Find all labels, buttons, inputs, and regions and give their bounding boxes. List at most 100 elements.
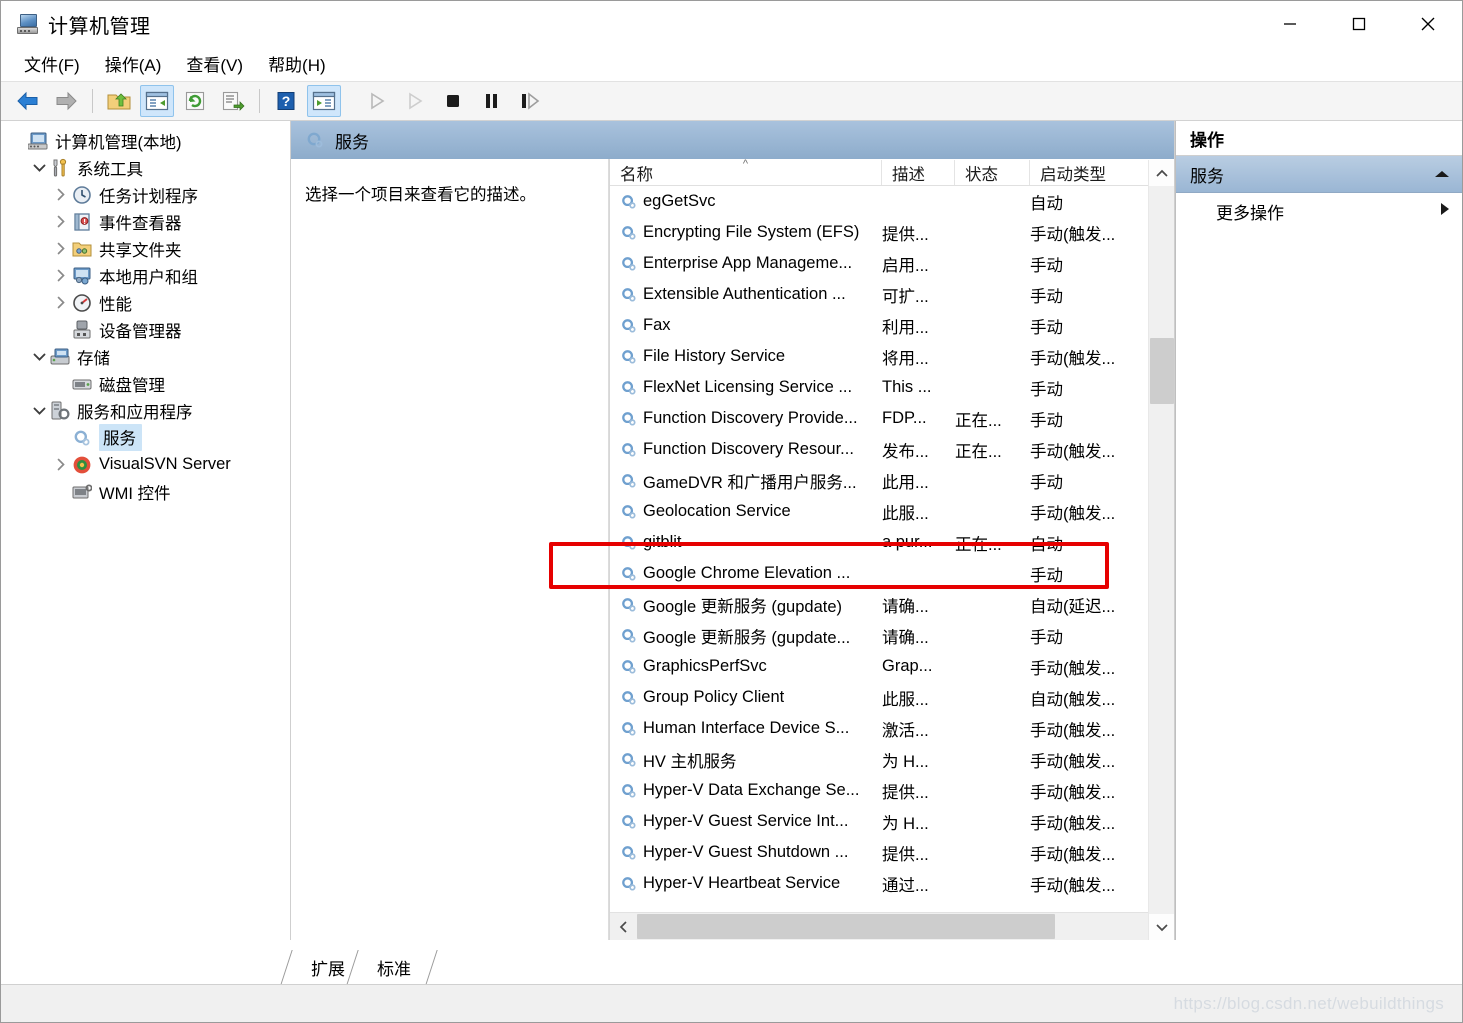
table-row[interactable]: Human Interface Device S... 激活... 手动(触发... — [610, 713, 1174, 744]
chevron-right-icon[interactable] — [51, 296, 71, 309]
vertical-scroll-track[interactable] — [1148, 186, 1174, 914]
scroll-down-icon[interactable] — [1149, 914, 1175, 940]
cell-service-description: 激活... — [882, 721, 929, 740]
services-header-title: 服务 — [335, 132, 369, 152]
tree-node-1[interactable]: 系统工具 — [1, 154, 290, 181]
help-button[interactable]: ? — [269, 85, 303, 117]
table-row[interactable]: GameDVR 和广播用户服务... 此用... 手动 — [610, 465, 1174, 496]
chevron-right-icon[interactable] — [51, 458, 71, 471]
menu-action[interactable]: 操作(A) — [94, 48, 173, 79]
table-row[interactable]: egGetSvc 自动 — [610, 186, 1174, 217]
table-row[interactable]: Function Discovery Provide... FDP... 正在...… — [610, 403, 1174, 434]
export-list-button[interactable] — [216, 85, 250, 117]
table-row[interactable]: Hyper-V Guest Service Int... 为 H... 手动(触发.… — [610, 806, 1174, 837]
cell-service-description: Grap... — [882, 657, 933, 675]
cell-service-description: 将用... — [882, 349, 929, 368]
close-button[interactable] — [1393, 1, 1462, 47]
cell-service-description: 此用... — [882, 473, 929, 492]
chevron-up-icon[interactable] — [1434, 164, 1450, 184]
menu-view[interactable]: 查看(V) — [175, 48, 254, 79]
table-row[interactable]: Extensible Authentication ... 可扩... 手动 — [610, 279, 1174, 310]
up-one-level-button[interactable] — [102, 85, 136, 117]
chevron-right-icon[interactable] — [51, 269, 71, 282]
chevron-right-icon[interactable] — [51, 215, 71, 228]
table-row[interactable]: Group Policy Client 此服... 自动(触发... — [610, 682, 1174, 713]
vertical-scroll-thumb[interactable] — [1149, 338, 1174, 404]
tree-node-label: 设备管理器 — [99, 322, 182, 341]
tree-node-8[interactable]: 存储 — [1, 343, 290, 370]
show-hide-tree-button[interactable] — [140, 85, 174, 117]
column-header-status[interactable]: 状态 — [955, 160, 1030, 185]
minimize-button[interactable] — [1255, 1, 1324, 47]
horizontal-scroll-track[interactable] — [637, 913, 1147, 940]
service-gear-icon — [71, 428, 93, 448]
scroll-up-icon[interactable] — [1149, 160, 1175, 186]
table-row[interactable]: gitblit a pur... 正在... 自动 — [610, 527, 1174, 558]
table-row[interactable]: Hyper-V Data Exchange Se... 提供... 手动(触发... — [610, 775, 1174, 806]
resume-service-button[interactable] — [512, 85, 546, 117]
back-button[interactable] — [11, 85, 45, 117]
service-name-text: Human Interface Device S... — [643, 719, 850, 737]
toolbar-gap — [350, 89, 351, 113]
forward-button[interactable] — [49, 85, 83, 117]
tree-node-4[interactable]: 共享文件夹 — [1, 235, 290, 262]
tree-node-5[interactable]: 本地用户和组 — [1, 262, 290, 289]
tree-node-11[interactable]: 服务 — [1, 424, 290, 451]
table-row[interactable]: GraphicsPerfSvc Grap... 手动(触发... — [610, 651, 1174, 682]
chevron-right-icon[interactable] — [51, 242, 71, 255]
chevron-down-icon[interactable] — [29, 406, 49, 416]
refresh-button[interactable] — [178, 85, 212, 117]
table-row[interactable]: Geolocation Service 此服... 手动(触发... — [610, 496, 1174, 527]
tree-node-13[interactable]: WMI 控件 — [1, 478, 290, 505]
tree-node-7[interactable]: 设备管理器 — [1, 316, 290, 343]
table-row[interactable]: Hyper-V Heartbeat Service 通过... 手动(触发... — [610, 868, 1174, 899]
table-row[interactable]: Google 更新服务 (gupdate... 请确... 手动 — [610, 620, 1174, 651]
services-horizontal-scrollbar[interactable] — [610, 912, 1174, 940]
service-gear-icon — [620, 565, 638, 583]
service-gear-icon — [620, 255, 638, 273]
tree-node-0[interactable]: 计算机管理(本地) — [1, 127, 290, 154]
tree-node-label: WMI 控件 — [99, 484, 171, 503]
table-row[interactable]: FlexNet Licensing Service ... This ... 手动 — [610, 372, 1174, 403]
restart-service-button[interactable] — [398, 85, 432, 117]
tree-node-10[interactable]: 服务和应用程序 — [1, 397, 290, 424]
table-row[interactable]: File History Service 将用... 手动(触发... — [610, 341, 1174, 372]
cell-service-name: Google 更新服务 (gupdate) — [610, 593, 882, 617]
column-header-name[interactable]: ^ 名称 — [610, 158, 882, 185]
maximize-button[interactable] — [1324, 1, 1393, 47]
menu-file[interactable]: 文件(F) — [13, 48, 91, 79]
pause-service-button[interactable] — [474, 85, 508, 117]
menu-help[interactable]: 帮助(H) — [257, 48, 337, 79]
start-service-button[interactable] — [360, 85, 394, 117]
table-row[interactable]: Hyper-V Guest Shutdown ... 提供... 手动(触发... — [610, 837, 1174, 868]
tree-node-12[interactable]: VisualSVN Server — [1, 451, 290, 478]
tree-node-3[interactable]: 事件查看器 — [1, 208, 290, 235]
chevron-right-icon[interactable] — [51, 188, 71, 201]
service-name-text: FlexNet Licensing Service ... — [643, 378, 853, 396]
chevron-down-icon[interactable] — [29, 163, 49, 173]
table-row[interactable]: Function Discovery Resour... 发布... 正在... 手动… — [610, 434, 1174, 465]
actions-group-services[interactable]: 服务 — [1176, 156, 1462, 193]
tab-standard[interactable]: 标准 — [359, 950, 425, 984]
tree-node-9[interactable]: 磁盘管理 — [1, 370, 290, 397]
tree-node-6[interactable]: 性能 — [1, 289, 290, 316]
table-row[interactable]: HV 主机服务为 H... 手动(触发... — [610, 744, 1174, 775]
console-tree[interactable]: 计算机管理(本地) 系统工具 任务计划程序 事件查看器 共享文件夹 本地用户和组 性能设备管… — [1, 121, 291, 940]
tree-node-2[interactable]: 任务计划程序 — [1, 181, 290, 208]
services-vertical-scrollbar[interactable] — [1148, 160, 1174, 940]
service-name-text: GraphicsPerfSvc — [643, 657, 767, 675]
table-row[interactable]: Google 更新服务 (gupdate) 请确... 自动(延迟... — [610, 589, 1174, 620]
table-row[interactable]: Google Chrome Elevation ... 手动 — [610, 558, 1174, 589]
table-row[interactable]: Enterprise App Manageme... 启用... 手动 — [610, 248, 1174, 279]
stop-service-button[interactable] — [436, 85, 470, 117]
column-header-description[interactable]: 描述 — [882, 160, 955, 185]
show-action-pane-button[interactable] — [307, 85, 341, 117]
horizontal-scroll-thumb[interactable] — [637, 914, 1055, 939]
chevron-down-icon[interactable] — [29, 352, 49, 362]
event-viewer-icon — [71, 212, 93, 232]
scroll-left-icon[interactable] — [610, 913, 637, 940]
table-row[interactable]: Fax 利用... 手动 — [610, 310, 1174, 341]
action-more-actions[interactable]: 更多操作 — [1176, 193, 1462, 229]
services-list-rows[interactable]: egGetSvc 自动 Encrypting File System (EFS) 提供… — [610, 186, 1174, 912]
table-row[interactable]: Encrypting File System (EFS) 提供... 手动(触发..… — [610, 217, 1174, 248]
